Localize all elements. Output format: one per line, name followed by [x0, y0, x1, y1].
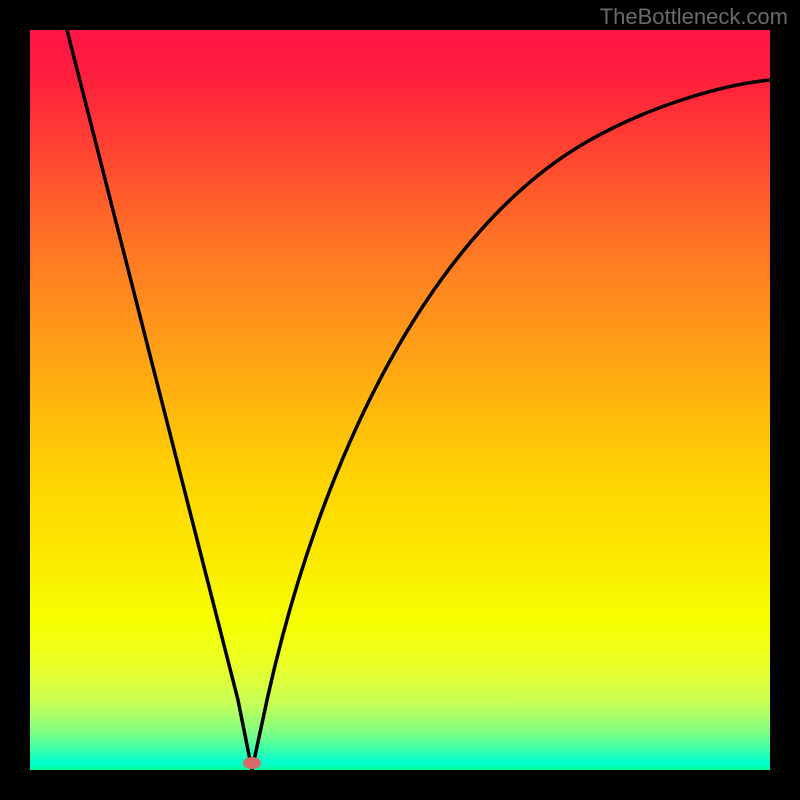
chart-container: TheBottleneck.com	[0, 0, 800, 800]
v-curve	[67, 30, 770, 770]
plot-area	[30, 30, 770, 770]
watermark: TheBottleneck.com	[600, 4, 788, 30]
curve-svg	[30, 30, 770, 770]
minimum-marker-icon	[243, 757, 261, 769]
